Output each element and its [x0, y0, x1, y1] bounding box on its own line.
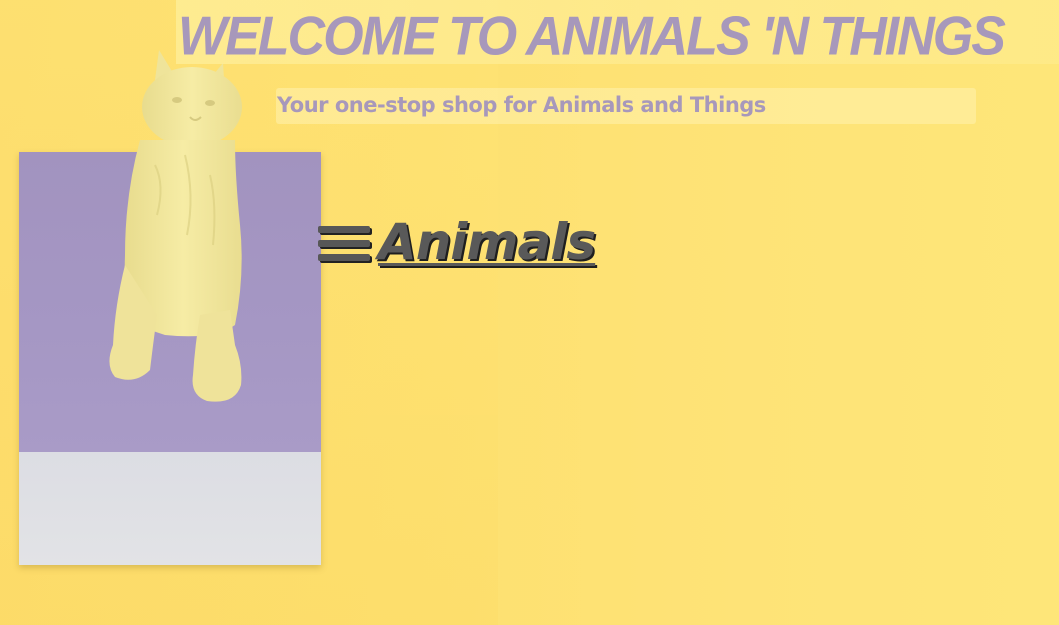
- menu-bar: [318, 240, 370, 247]
- hamburger-menu-icon[interactable]: [316, 218, 370, 266]
- site-title: WELCOME TO ANIMALS 'N THINGS: [178, 6, 1006, 68]
- menu-bar: [318, 254, 370, 261]
- site-subtitle: Your one-stop shop for Animals and Thing…: [277, 93, 766, 117]
- card-white-section: [19, 452, 321, 565]
- nav-link-animals[interactable]: Animals: [378, 212, 596, 272]
- cat-figurine-image: [109, 50, 242, 402]
- main-nav: Animals: [316, 212, 596, 272]
- menu-bar: [318, 226, 370, 233]
